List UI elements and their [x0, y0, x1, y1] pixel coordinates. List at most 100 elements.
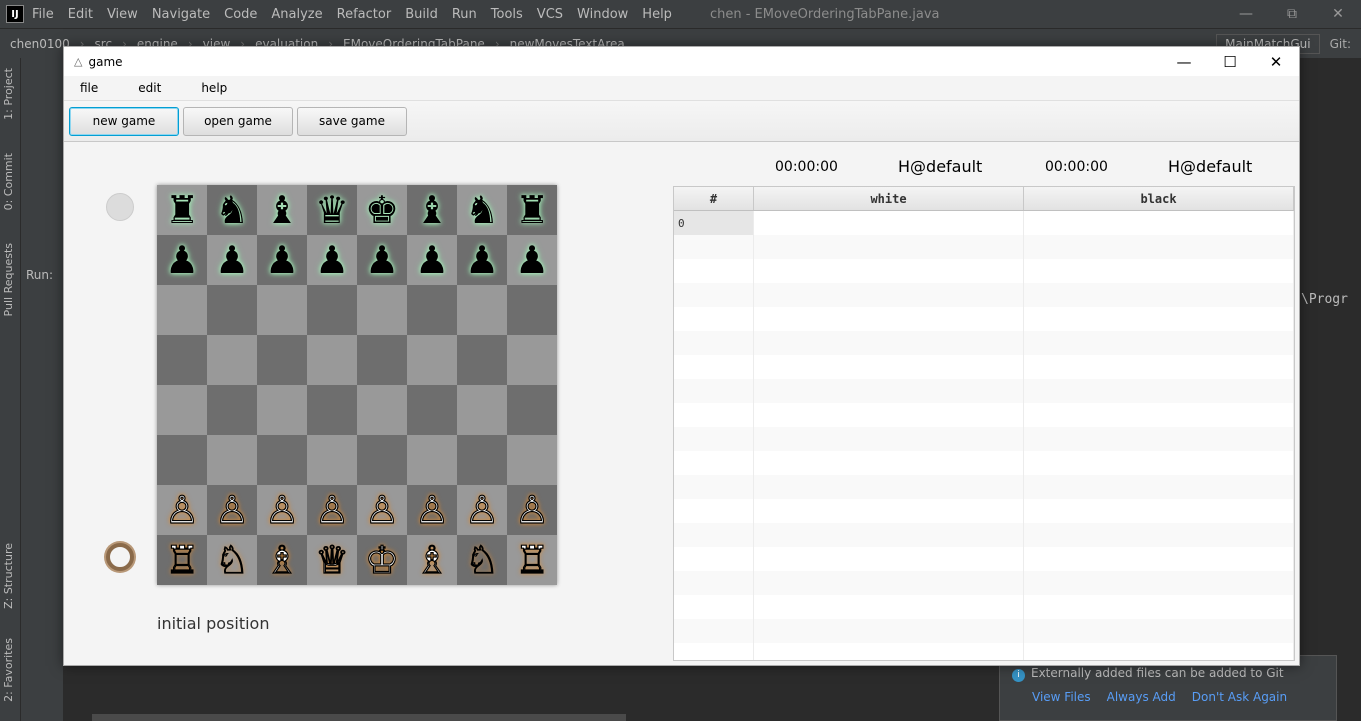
- black-move-cell[interactable]: [1024, 619, 1294, 643]
- board-square[interactable]: ♟: [257, 235, 307, 285]
- white-move-cell[interactable]: [754, 547, 1024, 571]
- menu-edit[interactable]: edit: [132, 81, 167, 95]
- move-number-cell[interactable]: [674, 643, 754, 660]
- black-move-cell[interactable]: [1024, 355, 1294, 379]
- white-move-cell[interactable]: [754, 379, 1024, 403]
- black-move-cell[interactable]: [1024, 283, 1294, 307]
- white-move-cell[interactable]: [754, 451, 1024, 475]
- board-square[interactable]: [157, 285, 207, 335]
- board-square[interactable]: [507, 335, 557, 385]
- white-pawn-piece[interactable]: ♙: [264, 490, 299, 529]
- board-square[interactable]: [257, 285, 307, 335]
- move-number-cell[interactable]: [674, 451, 754, 475]
- white-knight-piece[interactable]: ♘: [464, 540, 499, 579]
- white-king-piece[interactable]: ♔: [364, 540, 399, 579]
- menu-help[interactable]: help: [195, 81, 233, 95]
- ide-menu-refactor[interactable]: Refactor: [337, 7, 392, 22]
- black-move-cell[interactable]: [1024, 211, 1294, 235]
- move-number-cell[interactable]: [674, 523, 754, 547]
- black-pawn-piece[interactable]: ♟: [165, 241, 199, 279]
- board-square[interactable]: [507, 285, 557, 335]
- board-square[interactable]: ♘: [457, 535, 507, 585]
- black-pawn-piece[interactable]: ♟: [365, 241, 399, 279]
- white-knight-piece[interactable]: ♘: [214, 540, 249, 579]
- black-bishop-piece[interactable]: ♝: [265, 191, 299, 229]
- move-number-cell[interactable]: [674, 475, 754, 499]
- ide-menu-run[interactable]: Run: [452, 7, 477, 22]
- board-square[interactable]: [257, 335, 307, 385]
- board-square[interactable]: ♟: [357, 235, 407, 285]
- black-rook-piece[interactable]: ♜: [515, 191, 549, 229]
- black-move-cell[interactable]: [1024, 331, 1294, 355]
- white-move-cell[interactable]: [754, 571, 1024, 595]
- board-square[interactable]: [157, 385, 207, 435]
- white-move-cell[interactable]: [754, 475, 1024, 499]
- header-black[interactable]: black: [1024, 187, 1294, 210]
- board-square[interactable]: ♙: [157, 485, 207, 535]
- board-square[interactable]: ♟: [207, 235, 257, 285]
- move-number-cell[interactable]: [674, 571, 754, 595]
- board-square[interactable]: [407, 385, 457, 435]
- white-pawn-piece[interactable]: ♙: [364, 490, 399, 529]
- move-number-cell[interactable]: 0: [674, 211, 754, 235]
- move-number-cell[interactable]: [674, 595, 754, 619]
- white-move-cell[interactable]: [754, 427, 1024, 451]
- white-move-cell[interactable]: [754, 259, 1024, 283]
- table-row[interactable]: [674, 547, 1294, 571]
- table-row[interactable]: [674, 523, 1294, 547]
- table-row[interactable]: [674, 403, 1294, 427]
- black-move-cell[interactable]: [1024, 259, 1294, 283]
- board-square[interactable]: ♖: [157, 535, 207, 585]
- move-number-cell[interactable]: [674, 427, 754, 451]
- black-knight-piece[interactable]: ♞: [465, 191, 499, 229]
- view-files-link[interactable]: View Files: [1032, 690, 1091, 704]
- board-square[interactable]: [407, 335, 457, 385]
- board-square[interactable]: ♙: [457, 485, 507, 535]
- white-rook-piece[interactable]: ♖: [514, 540, 549, 579]
- table-row[interactable]: [674, 379, 1294, 403]
- tab-structure[interactable]: Z: Structure: [2, 543, 15, 609]
- board-square[interactable]: [307, 435, 357, 485]
- table-row[interactable]: [674, 331, 1294, 355]
- white-move-cell[interactable]: [754, 643, 1024, 660]
- ide-menu-view[interactable]: View: [107, 7, 138, 22]
- board-square[interactable]: ♗: [407, 535, 457, 585]
- table-row[interactable]: [674, 619, 1294, 643]
- board-square[interactable]: ♙: [407, 485, 457, 535]
- maximize-icon[interactable]: ☐: [1207, 47, 1253, 76]
- tab-pull-requests[interactable]: Pull Requests: [2, 243, 15, 316]
- move-number-cell[interactable]: [674, 547, 754, 571]
- save-game-button[interactable]: save game: [297, 106, 407, 136]
- ide-menu-help[interactable]: Help: [642, 7, 672, 22]
- board-square[interactable]: ♝: [257, 185, 307, 235]
- black-pawn-piece[interactable]: ♟: [465, 241, 499, 279]
- table-row[interactable]: [674, 571, 1294, 595]
- black-move-cell[interactable]: [1024, 523, 1294, 547]
- board-square[interactable]: ♕: [307, 535, 357, 585]
- move-number-cell[interactable]: [674, 283, 754, 307]
- board-square[interactable]: [507, 435, 557, 485]
- board-square[interactable]: ♙: [207, 485, 257, 535]
- black-rook-piece[interactable]: ♜: [165, 191, 199, 229]
- header-white[interactable]: white: [754, 187, 1024, 210]
- black-move-cell[interactable]: [1024, 379, 1294, 403]
- black-move-cell[interactable]: [1024, 643, 1294, 660]
- black-move-cell[interactable]: [1024, 427, 1294, 451]
- white-pawn-piece[interactable]: ♙: [214, 490, 249, 529]
- move-number-cell[interactable]: [674, 235, 754, 259]
- board-square[interactable]: ♞: [457, 185, 507, 235]
- white-move-cell[interactable]: [754, 619, 1024, 643]
- board-square[interactable]: ♟: [507, 235, 557, 285]
- white-pawn-piece[interactable]: ♙: [514, 490, 549, 529]
- board-square[interactable]: ♞: [207, 185, 257, 235]
- white-move-cell[interactable]: [754, 283, 1024, 307]
- restore-icon[interactable]: ⧉: [1269, 0, 1315, 28]
- black-knight-piece[interactable]: ♞: [215, 191, 249, 229]
- close-icon[interactable]: ✕: [1253, 47, 1299, 76]
- board-square[interactable]: [307, 335, 357, 385]
- white-rook-piece[interactable]: ♖: [164, 540, 199, 579]
- move-number-cell[interactable]: [674, 331, 754, 355]
- board-square[interactable]: [207, 435, 257, 485]
- white-move-cell[interactable]: [754, 403, 1024, 427]
- black-bishop-piece[interactable]: ♝: [415, 191, 449, 229]
